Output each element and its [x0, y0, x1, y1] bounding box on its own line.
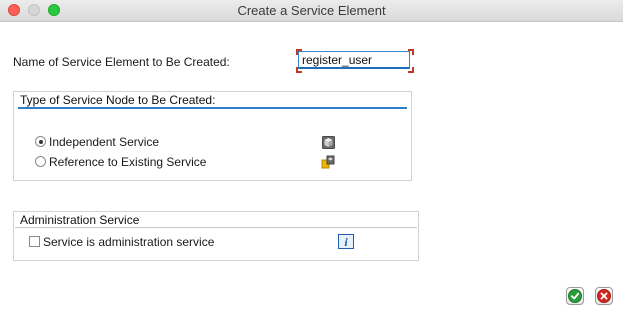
service-name-label: Name of Service Element to Be Created:	[13, 55, 230, 69]
independent-service-label[interactable]: Independent Service	[49, 135, 159, 149]
service-reference-icon	[321, 155, 335, 169]
window-title: Create a Service Element	[237, 3, 386, 18]
title-bar: Create a Service Element	[0, 0, 623, 22]
info-button[interactable]: i	[338, 234, 354, 249]
required-marker	[408, 67, 414, 73]
group-divider	[18, 107, 407, 109]
admin-service-group-title: Administration Service	[20, 213, 140, 227]
confirm-button[interactable]	[566, 287, 584, 305]
reference-service-radio[interactable]	[35, 156, 46, 167]
group-divider	[15, 227, 417, 228]
required-marker	[296, 49, 302, 55]
confirm-check-icon	[568, 289, 582, 303]
admin-service-checkbox[interactable]	[29, 236, 40, 247]
service-type-group-title: Type of Service Node to Be Created:	[20, 93, 216, 107]
cancel-button[interactable]	[595, 287, 613, 305]
cancel-x-icon	[597, 289, 611, 303]
info-icon: i	[344, 235, 348, 249]
required-marker	[296, 67, 302, 73]
service-cube-icon	[322, 136, 335, 149]
independent-service-radio[interactable]	[35, 136, 46, 147]
service-name-input[interactable]	[298, 51, 410, 69]
reference-service-label[interactable]: Reference to Existing Service	[49, 155, 206, 169]
admin-service-checkbox-label[interactable]: Service is administration service	[43, 235, 214, 249]
required-marker	[408, 49, 414, 55]
